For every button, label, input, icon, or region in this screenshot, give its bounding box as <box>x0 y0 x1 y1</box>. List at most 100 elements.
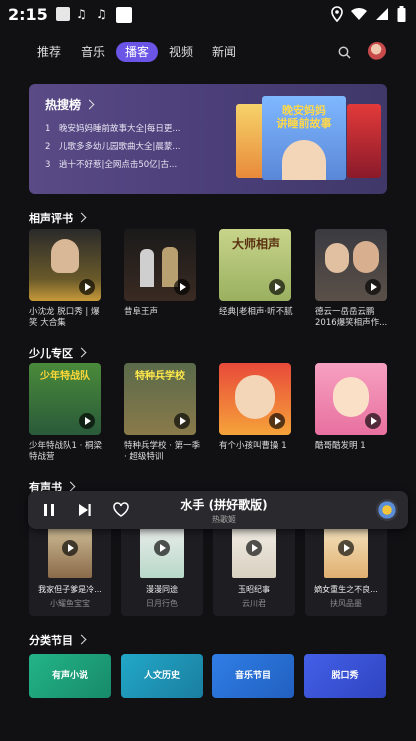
program-card[interactable]: 德云一岳岳云鹏2016爆笑相声作... <box>315 229 387 329</box>
album-art-icon[interactable] <box>376 499 398 521</box>
section-title-kids[interactable]: 少儿专区 <box>29 345 87 361</box>
status-time: 2:15 <box>8 5 48 24</box>
play-icon[interactable] <box>79 279 95 295</box>
featured-cover[interactable]: 晚安妈妈 讲睡前故事 <box>262 96 346 180</box>
book-title: 嫡女重生之不良... <box>314 585 378 594</box>
program-caption: 有个小孩叫曹操 1 <box>219 441 287 451</box>
play-icon[interactable] <box>62 540 78 556</box>
book-author: 扶风品墨 <box>330 599 362 608</box>
hot-search-title-text: 热搜榜 <box>45 98 82 112</box>
program-card[interactable]: 昔阜王声 <box>124 229 196 318</box>
program-card[interactable]: 特种兵学校 特种兵学校 · 第一季 · 超级特训 <box>124 363 200 463</box>
play-icon[interactable] <box>79 413 95 429</box>
section-title-categories[interactable]: 分类节目 <box>29 632 87 648</box>
category-history[interactable]: 人文历史 <box>121 654 203 698</box>
hot-search-card[interactable]: 热搜榜 1 晚安妈妈睡前故事大全|每日更... 2 儿歌多多幼儿园歌曲大全|晨蒙..… <box>29 84 387 194</box>
hot-item[interactable]: 3 逍十不好惹|全网点击50亿|古... <box>45 158 177 170</box>
featured-cover-title: 晚安妈妈 讲睡前故事 <box>276 104 332 130</box>
play-icon[interactable] <box>246 540 262 556</box>
book-title: 我家但子爹是冷... <box>38 585 102 594</box>
category-talk-show[interactable]: 脱口秀 <box>304 654 386 698</box>
chevron-right-icon <box>84 99 95 110</box>
program-caption: 少年特战队1 · 桐梁特战营 <box>29 441 103 462</box>
heart-icon[interactable] <box>113 502 129 517</box>
book-title: 玉昭纪事 <box>238 585 270 594</box>
hot-item-text: 逍十不好惹|全网点击50亿|古... <box>59 160 178 170</box>
program-card[interactable]: 大师相声 经典|老相声·听不腻 <box>219 229 293 318</box>
program-thumbnail <box>124 229 196 301</box>
thumbnail-text: 少年特战队 <box>40 371 90 382</box>
program-caption: 小沈龙 脱口秀 | 爆笑 大合集 <box>29 307 100 328</box>
hot-item-rank: 1 <box>45 124 51 134</box>
person-image <box>353 241 379 273</box>
category-music-program[interactable]: 音乐节目 <box>212 654 294 698</box>
program-card[interactable]: 少年特战队 少年特战队1 · 桐梁特战营 <box>29 363 102 463</box>
section-title-text: 相声评书 <box>29 212 73 225</box>
play-icon[interactable] <box>365 413 381 429</box>
chevron-right-icon <box>76 347 87 358</box>
program-thumbnail <box>315 363 387 435</box>
program-thumbnail <box>219 363 291 435</box>
tab-recommend[interactable]: 推荐 <box>37 42 61 62</box>
player-track-title: 水手 (拼好歌版) <box>180 498 268 512</box>
book-title: 漫漫同途 <box>146 585 178 594</box>
tab-video[interactable]: 视频 <box>169 42 193 62</box>
program-card[interactable]: 有个小孩叫曹操 1 <box>219 363 291 452</box>
pause-icon[interactable] <box>42 503 56 517</box>
location-icon <box>331 6 343 22</box>
play-icon[interactable] <box>154 540 170 556</box>
music-note-icon: ♫ <box>76 7 87 21</box>
avatar[interactable] <box>368 42 386 60</box>
play-icon[interactable] <box>269 413 285 429</box>
cartoon-image <box>235 375 275 419</box>
music-note-icon: ♫ <box>96 7 107 21</box>
program-caption: 德云一岳岳云鹏2016爆笑相声作... <box>315 307 388 328</box>
top-nav: 推荐 音乐 播客 视频 新闻 <box>0 38 416 66</box>
program-caption: 经典|老相声·听不腻 <box>219 307 293 317</box>
book-card[interactable]: 嫡女重生之不良... 扶风品墨 <box>305 520 387 616</box>
book-author: 云川君 <box>242 599 266 608</box>
program-thumbnail: 特种兵学校 <box>124 363 196 435</box>
hot-item[interactable]: 2 儿歌多多幼儿园歌曲大全|晨蒙... <box>45 140 180 152</box>
play-icon[interactable] <box>338 540 354 556</box>
person-image <box>140 249 154 287</box>
cartoon-image <box>333 377 369 417</box>
book-card[interactable]: 玉昭纪事 云川君 <box>213 520 295 616</box>
section-title-crosstalk[interactable]: 相声评书 <box>29 210 87 226</box>
hot-item[interactable]: 1 晚安妈妈睡前故事大全|每日更... <box>45 122 180 134</box>
program-thumbnail: 少年特战队 <box>29 363 101 435</box>
illustration <box>282 140 326 180</box>
program-card[interactable]: 酷哥酷发明 1 <box>315 363 387 452</box>
tab-music[interactable]: 音乐 <box>81 42 105 62</box>
play-icon[interactable] <box>269 279 285 295</box>
program-caption: 昔阜王声 <box>124 307 159 317</box>
program-card[interactable]: 小沈龙 脱口秀 | 爆笑 大合集 <box>29 229 101 329</box>
category-audio-novel[interactable]: 有声小说 <box>29 654 111 698</box>
tab-podcast[interactable]: 播客 <box>116 42 159 62</box>
hot-search-title[interactable]: 热搜榜 <box>45 96 95 113</box>
play-icon[interactable] <box>174 413 190 429</box>
hot-item-text: 晚安妈妈睡前故事大全|每日更... <box>59 124 181 134</box>
battery-icon <box>397 6 406 22</box>
tab-news[interactable]: 新闻 <box>212 42 236 62</box>
book-card[interactable]: 我家但子爹是冷... 小耀鱼宝宝 <box>29 520 111 616</box>
player-artist: 热歌姬 <box>212 515 236 524</box>
book-author: 日月行色 <box>146 599 178 608</box>
book-author: 小耀鱼宝宝 <box>50 599 90 608</box>
chevron-right-icon <box>76 634 87 645</box>
program-thumbnail <box>315 229 387 301</box>
search-button[interactable] <box>338 44 351 63</box>
play-icon[interactable] <box>365 279 381 295</box>
mini-player[interactable]: 水手 (拼好歌版) 热歌姬 <box>28 491 408 529</box>
chevron-right-icon <box>65 481 76 492</box>
play-icon[interactable] <box>174 279 190 295</box>
section-title-text: 分类节目 <box>29 634 73 647</box>
program-thumbnail: 大师相声 <box>219 229 291 301</box>
hot-item-rank: 2 <box>45 142 51 152</box>
notification-icons: ♫ ♫ <box>56 7 132 23</box>
hot-item-rank: 3 <box>45 160 51 170</box>
section-title-text: 少儿专区 <box>29 347 73 360</box>
thumbnail-text: 大师相声 <box>231 237 280 251</box>
book-card[interactable]: 漫漫同途 日月行色 <box>121 520 203 616</box>
next-icon[interactable] <box>78 503 92 517</box>
